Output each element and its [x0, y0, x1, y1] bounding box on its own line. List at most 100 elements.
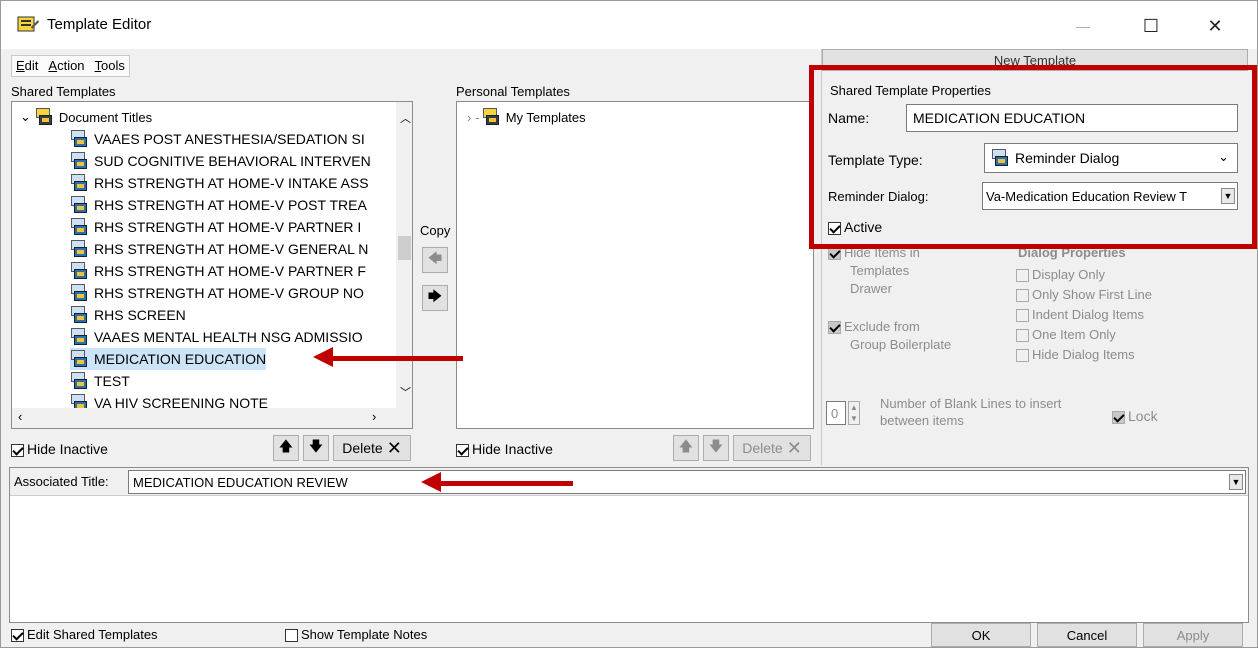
blank-lines-label: Number of Blank Lines to insert [880, 396, 1062, 411]
shared-template-item[interactable]: RHS STRENGTH AT HOME-V PARTNER I [70, 216, 361, 238]
copy-right-button[interactable]: 🡆 [422, 285, 448, 311]
indent-items-checkbox[interactable]: Indent Dialog Items [1016, 307, 1145, 323]
scroll-left-icon[interactable]: ‹ [18, 409, 22, 424]
shared-templates-tree[interactable]: ⌄ Document Titles VAAES POST ANESTHESIA/… [11, 101, 413, 429]
associated-title-label: Associated Title: [14, 474, 109, 489]
folder-icon [482, 108, 500, 126]
checkbox-checked-icon[interactable] [11, 629, 24, 643]
tree-root-my-templates[interactable]: › - My Templates [467, 106, 586, 128]
arrow-down-icon: 🡇 [308, 438, 324, 454]
checkbox-checked-icon[interactable] [11, 443, 24, 457]
lock-label: Lock [1128, 408, 1158, 424]
dash-line-icon: - [475, 109, 480, 125]
arrow-to-selected-template [313, 347, 463, 369]
scroll-right-icon[interactable]: › [372, 409, 376, 424]
copy-left-button[interactable]: 🡄 [422, 247, 448, 273]
associated-title-input[interactable]: MEDICATION EDUCATION REVIEW ▼ [128, 470, 1246, 494]
shared-hide-inactive[interactable]: Hide Inactive [11, 441, 108, 457]
scroll-thumb[interactable] [398, 236, 411, 260]
tree-root-label: Document Titles [58, 109, 153, 125]
expand-chevron-icon[interactable]: ⌄ [20, 109, 31, 125]
shared-template-item[interactable]: VAAES POST ANESTHESIA/SEDATION SI [70, 128, 365, 150]
apply-button[interactable]: Apply [1143, 623, 1243, 647]
only-first-line-label: Only Show First Line [1032, 287, 1152, 302]
ok-button[interactable]: OK [931, 623, 1031, 647]
template-editor-window: Template Editor — ☐ ✕ Edit Action Tools … [0, 0, 1258, 648]
dropdown-arrow-icon[interactable]: ▼ [1229, 474, 1243, 490]
shared-template-item[interactable]: VAAES MENTAL HEALTH NSG ADMISSIO [70, 326, 363, 348]
shared-template-label: VAAES MENTAL HEALTH NSG ADMISSIO [94, 329, 363, 345]
exclude-label-2: Group Boilerplate [850, 337, 952, 352]
checkbox-disabled-icon[interactable] [1016, 329, 1029, 343]
shared-template-item[interactable]: TEST [70, 370, 130, 392]
shared-template-item[interactable]: SUD COGNITIVE BEHAVIORAL INTERVEN [70, 150, 371, 172]
title-bar: Template Editor — ☐ ✕ [1, 1, 1257, 49]
maximize-icon: ☐ [1142, 15, 1160, 36]
personal-templates-tree[interactable]: › - My Templates [456, 101, 814, 429]
checkbox-checked-icon[interactable] [456, 443, 469, 457]
reminder-dialog-icon [70, 152, 88, 170]
menu-edit[interactable]: Edit [16, 58, 38, 74]
indent-items-label: Indent Dialog Items [1032, 307, 1145, 322]
cancel-button[interactable]: Cancel [1037, 623, 1137, 647]
personal-move-down-button[interactable]: 🡇 [703, 435, 729, 461]
only-first-line-checkbox[interactable]: Only Show First Line [1016, 287, 1152, 303]
shared-template-label: RHS STRENGTH AT HOME-V INTAKE ASS [94, 175, 369, 191]
show-template-notes-checkbox[interactable]: Show Template Notes [285, 627, 427, 643]
associated-title-area: Associated Title: MEDICATION EDUCATION R… [9, 467, 1249, 623]
exclude-checkbox[interactable]: Exclude from [828, 319, 920, 335]
edit-shared-templates-label: Edit Shared Templates [27, 627, 158, 642]
tree-root-document-titles[interactable]: ⌄ Document Titles [20, 106, 152, 128]
shared-template-label: SUD COGNITIVE BEHAVIORAL INTERVEN [94, 153, 371, 169]
shared-template-item[interactable]: RHS STRENGTH AT HOME-V INTAKE ASS [70, 172, 369, 194]
maximize-button[interactable]: ☐ [1131, 9, 1171, 43]
scroll-up-icon[interactable]: ︿ [400, 110, 411, 126]
scroll-down-icon[interactable]: ﹀ [400, 384, 411, 400]
expand-chevron-icon[interactable]: › [467, 110, 471, 125]
personal-move-up-button[interactable]: 🡅 [673, 435, 699, 461]
menu-tools[interactable]: Tools [95, 58, 125, 74]
blank-lines-input[interactable]: 0 [826, 401, 846, 425]
checkbox-disabled-icon[interactable] [1016, 309, 1029, 323]
shared-template-item[interactable]: RHS STRENGTH AT HOME-V POST TREA [70, 194, 367, 216]
personal-hide-inactive[interactable]: Hide Inactive [456, 441, 553, 457]
minimize-button[interactable]: — [1063, 9, 1103, 43]
reminder-dialog-icon [70, 328, 88, 346]
arrow-left-icon: 🡄 [427, 250, 443, 266]
one-item-label: One Item Only [1032, 327, 1116, 342]
display-only-checkbox[interactable]: Display Only [1016, 267, 1105, 283]
folder-icon [35, 108, 53, 126]
checkbox-disabled-icon[interactable] [1016, 269, 1029, 283]
shared-template-label: RHS STRENGTH AT HOME-V PARTNER F [94, 263, 366, 279]
personal-hide-inactive-label: Hide Inactive [472, 441, 553, 457]
checkbox-disabled-icon[interactable] [1016, 349, 1029, 363]
move-up-button[interactable]: 🡅 [273, 435, 299, 461]
blank-lines-spinner[interactable]: ▲ ▼ [848, 401, 860, 425]
checkbox-disabled-icon[interactable] [1016, 289, 1029, 303]
checkbox-unchecked-icon[interactable] [285, 629, 298, 643]
one-item-checkbox[interactable]: One Item Only [1016, 327, 1116, 343]
lock-checkbox[interactable]: Lock [1112, 408, 1158, 424]
close-button[interactable]: ✕ [1195, 9, 1235, 43]
shared-template-item[interactable]: RHS STRENGTH AT HOME-V GROUP NO [70, 282, 364, 304]
personal-delete-button[interactable]: Delete ✕ [733, 435, 811, 461]
shared-template-item[interactable]: RHS STRENGTH AT HOME-V PARTNER F [70, 260, 366, 282]
shared-template-item[interactable]: RHS STRENGTH AT HOME-V GENERAL N [70, 238, 368, 260]
shared-horizontal-scrollbar[interactable]: ‹ › [12, 408, 412, 428]
reminder-dialog-icon [70, 174, 88, 192]
checkbox-disabled-icon[interactable] [828, 321, 841, 335]
checkbox-disabled-icon[interactable] [828, 247, 841, 261]
menu-action[interactable]: Action [48, 58, 84, 74]
checkbox-disabled-icon[interactable] [1112, 410, 1125, 424]
shared-template-item[interactable]: RHS SCREEN [70, 304, 186, 326]
reminder-dialog-icon [70, 262, 88, 280]
highlight-box [809, 65, 1257, 249]
close-icon: ✕ [1207, 15, 1223, 36]
move-down-button[interactable]: 🡇 [303, 435, 329, 461]
reminder-dialog-icon [70, 240, 88, 258]
hide-dialog-items-checkbox[interactable]: Hide Dialog Items [1016, 347, 1135, 363]
edit-shared-templates-checkbox[interactable]: Edit Shared Templates [11, 627, 158, 643]
shared-template-item[interactable]: MEDICATION EDUCATION [70, 348, 267, 370]
shared-hide-inactive-label: Hide Inactive [27, 441, 108, 457]
shared-delete-button[interactable]: Delete ✕ [333, 435, 411, 461]
